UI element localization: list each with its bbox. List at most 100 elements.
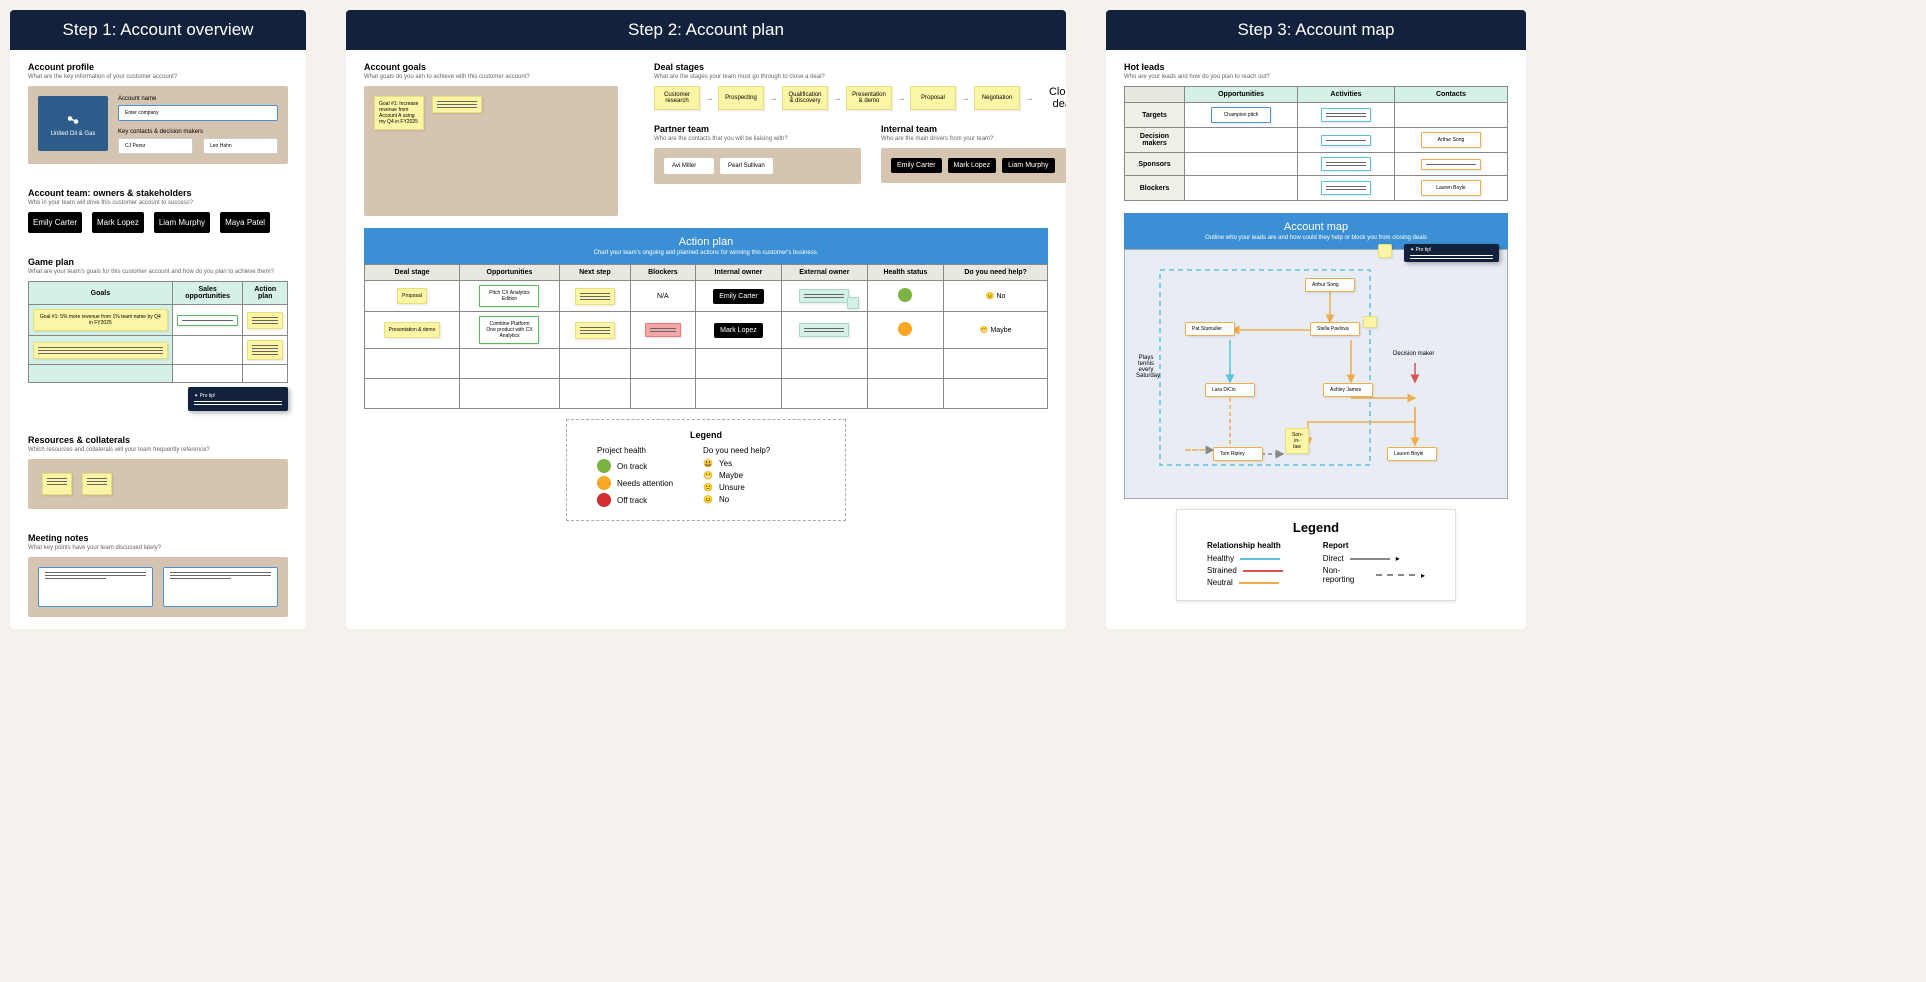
act-cell[interactable] xyxy=(1321,108,1371,122)
map-node[interactable]: Tom Ripley xyxy=(1213,447,1263,461)
internal-heading: Internal team xyxy=(881,124,1066,134)
stage-cell[interactable]: Presentation & demo xyxy=(384,322,441,338)
map-sticky[interactable] xyxy=(1378,244,1392,258)
owner-cell[interactable]: Emily Carter xyxy=(713,289,764,304)
team-member[interactable]: Emily Carter xyxy=(28,212,82,233)
resource-sticky[interactable] xyxy=(42,473,72,495)
contact-cell[interactable]: Arthur Song xyxy=(1421,132,1481,148)
ext-owner-cell[interactable] xyxy=(799,289,849,303)
account-map-canvas[interactable]: ✦ Pro tip! Arthur Song Pat Stumuller Ste… xyxy=(1124,249,1508,499)
owner-cell[interactable]: Mark Lopez xyxy=(714,323,763,338)
stage[interactable]: Presentation & demo xyxy=(846,86,892,110)
ext-owner-cell[interactable] xyxy=(799,323,849,337)
pro-tip[interactable]: ✦ Pro tip! xyxy=(188,387,288,411)
internal-member[interactable]: Mark Lopez xyxy=(948,158,997,173)
contact-cell[interactable]: Lauren Boyle xyxy=(1421,180,1481,196)
profile-box[interactable]: United Oil & Gas Account name Enter comp… xyxy=(28,86,288,164)
map-node[interactable]: Arthur Song xyxy=(1305,278,1355,292)
goal-sticky[interactable] xyxy=(33,342,168,359)
contact-card[interactable]: Leo Hahn xyxy=(203,138,278,154)
next-cell[interactable] xyxy=(575,322,615,339)
health-dot-green xyxy=(898,288,912,302)
note-card[interactable] xyxy=(163,567,278,607)
stage-flow[interactable]: Customer research → Prospecting → Qualific… xyxy=(654,86,1066,110)
next-cell[interactable] xyxy=(575,288,615,305)
col-opps: Sales opportunities xyxy=(172,282,243,305)
meeting-notes-section: Meeting notes What key points have your … xyxy=(10,521,306,629)
map-annotation-sticky[interactable]: Son-in-law xyxy=(1285,428,1309,454)
stage[interactable]: Negotiation xyxy=(974,86,1020,110)
action-plan-table[interactable]: Deal stage Opportunities Next step Block… xyxy=(364,264,1048,409)
partner-contact[interactable]: Pearl Sullivan xyxy=(720,158,773,174)
col: Contacts xyxy=(1394,87,1507,103)
note-card[interactable] xyxy=(38,567,153,607)
legend-item: Needs attention xyxy=(597,476,673,490)
map-node[interactable]: Ashley James xyxy=(1323,383,1373,397)
hot-leads-table[interactable]: Opportunities Activities Contacts Target… xyxy=(1124,86,1508,201)
goal-sticky[interactable] xyxy=(432,96,482,113)
canvas[interactable]: Step 1: Account overview Account profile… xyxy=(10,10,1916,629)
opp-cell[interactable]: Champion pitch xyxy=(1211,107,1271,123)
step1-panel[interactable]: Step 1: Account overview Account profile… xyxy=(10,10,306,629)
internal-member[interactable]: Emily Carter xyxy=(891,158,942,173)
map-sticky[interactable] xyxy=(1363,316,1377,328)
account-name-label: Account name xyxy=(118,96,278,102)
table-row[interactable]: Presentation & demo Combine Platform One… xyxy=(365,312,1048,349)
col: Opportunities xyxy=(1185,87,1298,103)
stage[interactable]: Proposal xyxy=(910,86,956,110)
arrow-icon: → xyxy=(896,93,906,104)
map-node[interactable]: Lara DiCio xyxy=(1205,383,1255,397)
internal-member[interactable]: Liam Murphy xyxy=(1002,158,1054,173)
team-member[interactable]: Liam Murphy xyxy=(154,212,210,233)
partner-sub: Who are the contacts that you will be li… xyxy=(654,136,861,142)
game-plan-section: Game plan What are your team's goals for… xyxy=(10,245,306,423)
map-node[interactable]: Stella Pavlova xyxy=(1310,322,1360,336)
opp-cell[interactable]: Combine Platform One product with CX Ana… xyxy=(479,316,539,344)
stage[interactable]: Qualification & discovery xyxy=(782,86,828,110)
health-dot-yellow xyxy=(898,322,912,336)
act-cell[interactable] xyxy=(1321,157,1371,171)
step2-panel[interactable]: Step 2: Account plan Account goals What … xyxy=(346,10,1066,629)
deal-stages-section: Deal stages What are the stages your tea… xyxy=(636,50,1066,228)
step3-panel[interactable]: Step 3: Account map Hot leads Who are yo… xyxy=(1106,10,1526,629)
row-label: Sponsors xyxy=(1125,153,1185,176)
blocker-cell[interactable] xyxy=(645,323,681,337)
map-node[interactable]: Lauren Boyle xyxy=(1387,447,1437,461)
team-member[interactable]: Maya Patel xyxy=(220,212,270,233)
resource-sticky[interactable] xyxy=(82,473,112,495)
legend-item: Non-reporting▸ xyxy=(1323,566,1425,584)
action-sticky[interactable] xyxy=(247,312,283,329)
contact-card[interactable]: CJ Perez xyxy=(118,138,193,154)
col: Opportunities xyxy=(460,265,560,281)
action-sticky[interactable] xyxy=(247,340,283,360)
stage[interactable]: Prospecting xyxy=(718,86,764,110)
team-member[interactable]: Mark Lopez xyxy=(92,212,144,233)
goals-sub: What goals do you aim to achieve with th… xyxy=(364,74,618,80)
table-row[interactable] xyxy=(365,349,1048,379)
gameplan-table[interactable]: Goals Sales opportunities Action plan Go… xyxy=(28,281,288,383)
arrow-icon: → xyxy=(1024,93,1034,104)
act-cell[interactable] xyxy=(1321,181,1371,195)
step3-header: Step 3: Account map xyxy=(1106,10,1526,50)
company-logo[interactable]: United Oil & Gas xyxy=(38,96,108,151)
pro-tip[interactable]: ✦ Pro tip! xyxy=(1404,244,1499,262)
resources-section: Resources & collaterals Which resources … xyxy=(10,423,306,521)
goal-sticky[interactable]: Goal #1: Increase revenue from Account A… xyxy=(374,96,424,130)
table-row[interactable] xyxy=(365,379,1048,409)
partner-contact[interactable]: Avi Miller xyxy=(664,158,714,174)
hotleads-sub: Who are your leads and how do you plan t… xyxy=(1124,74,1508,80)
map-title: Account map xyxy=(1132,221,1500,233)
map-node[interactable]: Pat Stumuller xyxy=(1185,322,1235,336)
stage[interactable]: Customer research xyxy=(654,86,700,110)
resources-heading: Resources & collaterals xyxy=(28,435,288,445)
stage-cell[interactable]: Proposal xyxy=(397,288,427,304)
opp-cell[interactable]: Pitch CX Analytics Edition xyxy=(479,285,539,307)
table-row[interactable]: Proposal Pitch CX Analytics Edition N/A … xyxy=(365,281,1048,312)
ext-owner-sticky[interactable] xyxy=(847,297,859,309)
account-name-field[interactable]: Enter company xyxy=(118,105,278,121)
goal-sticky[interactable]: Goal #1: 5% more revenue from 1% team na… xyxy=(33,309,168,331)
opp-sticky[interactable] xyxy=(177,315,239,326)
contact-cell[interactable] xyxy=(1421,159,1481,170)
row-label: Decision makers xyxy=(1125,128,1185,153)
act-cell[interactable] xyxy=(1321,135,1371,146)
